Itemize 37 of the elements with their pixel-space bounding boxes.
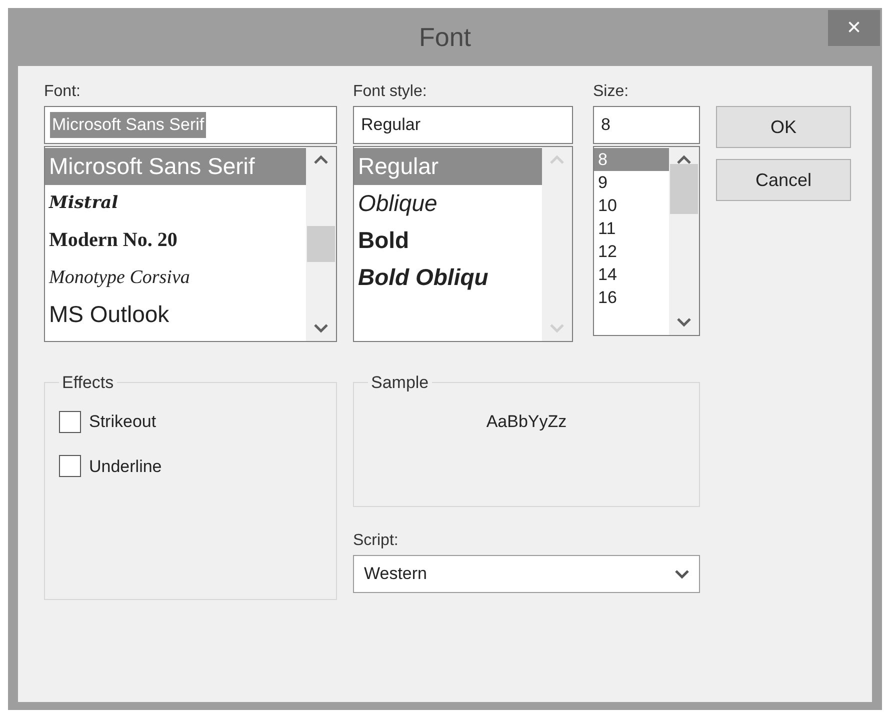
- caret-icon[interactable]: [675, 570, 689, 578]
- close-button[interactable]: ×: [828, 10, 880, 46]
- font-list-item[interactable]: Monotype Corsiva: [45, 259, 194, 296]
- checkbox[interactable]: [59, 410, 81, 433]
- scroll-up-icon[interactable]: [677, 155, 691, 164]
- sample-title: Sample: [370, 374, 430, 391]
- checkbox[interactable]: [59, 455, 81, 478]
- scroll-down-icon[interactable]: [314, 324, 328, 333]
- cancel-button[interactable]: Cancel: [716, 159, 851, 201]
- scroll-up-icon[interactable]: [314, 155, 328, 164]
- effects-title: Effects: [61, 374, 115, 391]
- size-list-item[interactable]: 11: [594, 217, 620, 240]
- scrollbar[interactable]: [669, 147, 699, 335]
- ok-button[interactable]: OK: [716, 106, 851, 148]
- checkbox-label[interactable]: Strikeout: [89, 409, 156, 434]
- checkbox-label[interactable]: Underline: [89, 454, 162, 479]
- size-label: Size:: [593, 82, 629, 102]
- size-list-item[interactable]: 14: [594, 263, 621, 286]
- size-list-item[interactable]: 12: [594, 240, 621, 263]
- size-list-item[interactable]: 10: [594, 194, 621, 217]
- script-label: Script:: [353, 531, 398, 551]
- size-field[interactable]: 8: [593, 106, 700, 144]
- scroll-down-icon[interactable]: [677, 318, 691, 327]
- window-title: Font: [418, 20, 472, 54]
- scrollbar-thumb[interactable]: [307, 226, 335, 262]
- scrollbar-thumb[interactable]: [670, 164, 698, 214]
- font-list-item[interactable]: Mistral: [45, 185, 122, 222]
- size-list-item[interactable]: 16: [594, 286, 621, 309]
- font-label: Font:: [44, 82, 80, 102]
- script-dropdown[interactable]: Western: [353, 555, 700, 593]
- scrollbar[interactable]: [306, 147, 336, 341]
- font-list-item[interactable]: Modern No. 20: [45, 222, 182, 259]
- font-list-item[interactable]: MS Outlook: [45, 296, 174, 333]
- sample-text: AaBbYyZz: [486, 411, 567, 433]
- size-list[interactable]: 8 9 10 11 12 14 16: [593, 146, 700, 336]
- font-list[interactable]: Microsoft Sans Serif Mistral Modern No. 20 Monotype Corsiva MS Outlook: [44, 146, 337, 342]
- size-list-item[interactable]: 9: [594, 171, 612, 194]
